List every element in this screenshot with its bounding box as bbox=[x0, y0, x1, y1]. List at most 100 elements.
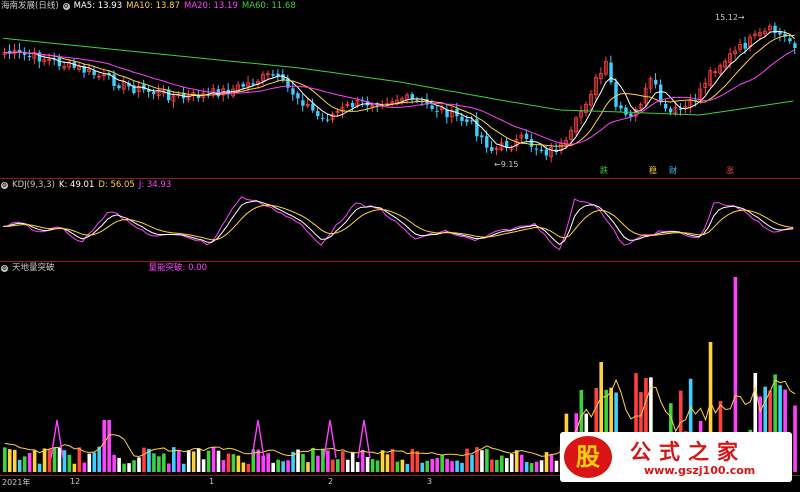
volume-bar bbox=[430, 458, 435, 472]
candle-body bbox=[435, 110, 439, 112]
volume-bar bbox=[32, 450, 37, 472]
volume-bar bbox=[335, 459, 340, 472]
volume-bar bbox=[201, 459, 206, 472]
volume-bar bbox=[445, 458, 449, 472]
candle-body bbox=[544, 149, 549, 156]
volume-bar bbox=[415, 451, 420, 472]
volume-bar bbox=[107, 420, 111, 472]
volume-bar bbox=[345, 459, 350, 472]
kdj-chart[interactable] bbox=[0, 179, 800, 261]
candlestick-panel[interactable]: 海南发展(日线) ⚙ MA5: 13.93 MA10: 13.87 MA20: … bbox=[0, 0, 800, 178]
candlestick-chart[interactable] bbox=[0, 0, 800, 178]
candle-body bbox=[619, 105, 623, 109]
volume-bar bbox=[554, 460, 559, 472]
volume-bar bbox=[301, 453, 305, 472]
volume-bar bbox=[236, 455, 241, 472]
volume-bar bbox=[7, 449, 12, 472]
volume-bar bbox=[67, 454, 72, 472]
candle-body bbox=[793, 43, 797, 48]
volume-bar bbox=[495, 459, 499, 472]
volume-bar bbox=[22, 456, 27, 472]
volume-bar bbox=[241, 462, 246, 472]
volume-bar bbox=[321, 448, 325, 472]
candle-body bbox=[465, 119, 469, 123]
volume-bar bbox=[420, 462, 425, 472]
volume-bar bbox=[12, 449, 17, 472]
volume-bar bbox=[117, 457, 121, 472]
volume-bar bbox=[340, 451, 345, 472]
kdj-d-line bbox=[2, 204, 794, 241]
watermark: 股 公式之家 www.gszj100.com bbox=[560, 432, 792, 482]
volume-bar bbox=[206, 450, 211, 472]
volume-bar bbox=[17, 459, 22, 472]
volume-bar bbox=[365, 457, 370, 472]
candle-body bbox=[614, 82, 618, 107]
volume-bar bbox=[196, 448, 201, 472]
volume-bar bbox=[465, 448, 469, 472]
volume-bar bbox=[261, 455, 266, 472]
volume-bar bbox=[470, 454, 474, 472]
volume-bar bbox=[191, 451, 196, 472]
volume-bar bbox=[37, 463, 42, 472]
volume-bar bbox=[425, 460, 430, 472]
volume-bar bbox=[132, 460, 136, 472]
ma5-line bbox=[4, 30, 796, 152]
candle-body bbox=[296, 93, 300, 99]
candle-body bbox=[485, 136, 489, 148]
volume-bar bbox=[162, 453, 166, 472]
volume-bar bbox=[440, 454, 444, 472]
volume-bar bbox=[504, 458, 509, 472]
candle-body bbox=[241, 83, 245, 87]
volume-bar bbox=[455, 460, 459, 472]
volume-bar bbox=[82, 462, 87, 472]
candle-body bbox=[112, 74, 116, 87]
signal-tag-zhang: 涨 bbox=[726, 166, 734, 175]
volume-bar bbox=[286, 460, 290, 472]
signal-tag-cai: 财 bbox=[669, 166, 677, 175]
volume-bar bbox=[52, 447, 57, 472]
kdj-panel[interactable]: ⚙ KDJ(9,3,3) K: 49.01 D: 56.05 J: 34.93 bbox=[0, 179, 800, 261]
volume-bar bbox=[306, 462, 310, 472]
signal-tag-die: 跌 bbox=[600, 166, 608, 175]
volume-bar bbox=[355, 462, 360, 472]
date-axis-label: 1 bbox=[209, 477, 215, 486]
candle-body bbox=[460, 116, 464, 121]
volume-bar bbox=[246, 463, 251, 472]
volume-bar bbox=[514, 450, 519, 472]
candle-body bbox=[529, 139, 534, 147]
candle-body bbox=[350, 102, 355, 108]
volume-bar bbox=[311, 447, 315, 472]
volume-bar bbox=[97, 446, 102, 472]
volume-bar bbox=[519, 454, 524, 472]
candle-body bbox=[664, 103, 668, 109]
volume-bar bbox=[405, 463, 410, 472]
watermark-logo: 股 bbox=[564, 436, 612, 478]
candle-body bbox=[490, 147, 494, 151]
volume-bar bbox=[281, 461, 285, 472]
candle-body bbox=[316, 111, 320, 117]
volume-bar bbox=[509, 453, 514, 472]
volume-bar bbox=[216, 450, 221, 472]
volume-bar bbox=[331, 459, 335, 472]
volume-bar bbox=[57, 447, 62, 472]
volume-bar bbox=[529, 463, 534, 472]
candle-body bbox=[92, 70, 96, 76]
candle-body bbox=[678, 108, 683, 110]
candle-body bbox=[480, 135, 484, 138]
volume-bar bbox=[256, 449, 261, 472]
volume-bar bbox=[549, 454, 554, 472]
volume-bar bbox=[271, 462, 275, 472]
volume-bar bbox=[350, 452, 355, 472]
candle-body bbox=[251, 83, 255, 85]
candle-body bbox=[470, 120, 474, 122]
volume-bar bbox=[360, 450, 365, 472]
kdj-j-line bbox=[2, 196, 794, 251]
volume-bar bbox=[112, 454, 116, 472]
volume-bar bbox=[524, 462, 529, 472]
candle-body bbox=[539, 149, 544, 152]
volume-bar bbox=[122, 463, 126, 472]
date-axis-label: 3 bbox=[427, 477, 433, 486]
watermark-url: www.gszj100.com bbox=[644, 464, 756, 477]
volume-bar bbox=[27, 453, 32, 472]
volume-bar bbox=[157, 456, 161, 472]
